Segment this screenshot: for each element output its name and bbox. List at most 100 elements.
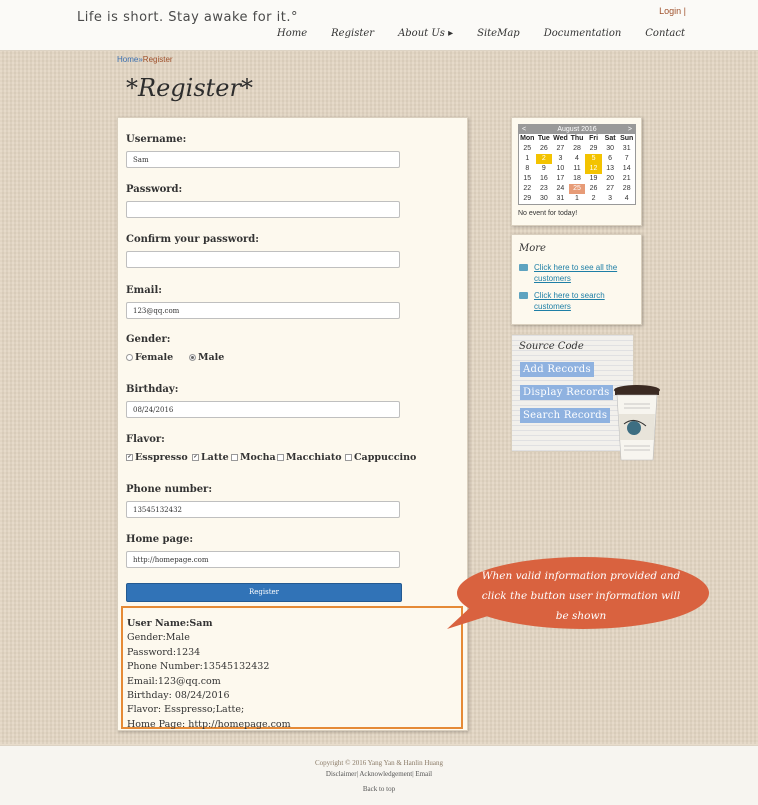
calendar-weekday: Thu [570,135,584,142]
calendar-day[interactable]: 27 [602,184,619,194]
calendar-day[interactable]: 31 [618,144,635,154]
calendar-day[interactable]: 7 [618,154,635,164]
calendar-day[interactable]: 22 [519,184,536,194]
register-button[interactable]: Register [126,583,402,602]
calendar-day[interactable]: 11 [569,164,586,174]
no-event-text: No event for today! [518,210,578,217]
nav-home[interactable]: Home [277,28,307,39]
username-label: Username: [126,134,187,145]
phone-input[interactable]: 13545132432 [126,501,400,518]
flavor-macchiato-checkbox[interactable]: Macchiato [277,452,342,463]
callout-text: When valid information provided and clic… [481,570,681,622]
password-input[interactable] [126,201,400,218]
email-label: Email: [126,285,162,296]
username-input[interactable]: Sam [126,151,400,168]
calendar-day[interactable]: 10 [552,164,569,174]
calendar-day[interactable]: 1 [569,194,586,204]
flavor-macchiato-label: Macchiato [286,452,342,463]
result-username: User Name:Sam [127,618,213,629]
calendar-day[interactable]: 25 [519,144,536,154]
calendar-day[interactable]: 14 [618,164,635,174]
flavor-label: Flavor: [126,434,165,445]
birthday-label: Birthday: [126,384,179,395]
calendar-weekday: Wed [553,135,568,142]
page-title: *Register* [126,74,253,102]
calendar-day[interactable]: 30 [602,144,619,154]
calendar-day[interactable]: 2 [585,194,602,204]
nav-contact[interactable]: Contact [645,28,685,39]
footer-links[interactable]: Disclaimer| Acknowledgement| Email [0,770,758,778]
email-input[interactable]: 123@qq.com [126,302,400,319]
flavor-cappuccino-label: Cappuccino [354,452,417,463]
calendar-day[interactable]: 26 [585,184,602,194]
calendar-day[interactable]: 9 [536,164,553,174]
calendar-day[interactable]: 21 [618,174,635,184]
main-nav: Home Register About Us ▸ SiteMap Documen… [253,28,685,39]
phone-label: Phone number: [126,484,213,495]
calendar-day[interactable]: 31 [552,194,569,204]
calendar-day[interactable]: 19 [585,174,602,184]
nav-register[interactable]: Register [331,28,374,39]
calendar-day[interactable]: 17 [552,174,569,184]
calendar-weekday: Sat [604,135,616,142]
calendar-day[interactable]: 20 [602,174,619,184]
flavor-espresso-checkbox[interactable]: ✓ Esspresso [126,452,188,463]
calendar-day[interactable]: 18 [569,174,586,184]
calendar-day[interactable]: 12 [585,164,602,174]
search-records-button[interactable]: Search Records [520,408,611,423]
calendar-day[interactable]: 27 [552,144,569,154]
checkbox-checked-icon: ✓ [192,454,199,461]
calendar-day[interactable]: 4 [569,154,586,164]
calendar-day[interactable]: 5 [585,154,602,164]
gender-male-radio[interactable]: Male [189,352,224,363]
homepage-input[interactable]: http://homepage.com [126,551,400,568]
calendar-prev-button[interactable]: < [522,125,526,134]
calendar-day[interactable]: 24 [552,184,569,194]
back-to-top-link[interactable]: Back to top [0,785,758,793]
calendar-day[interactable]: 16 [536,174,553,184]
breadcrumb-current: Register [142,55,173,64]
calendar-day[interactable]: 13 [602,164,619,174]
nav-documentation[interactable]: Documentation [544,28,622,39]
calendar-day[interactable]: 30 [536,194,553,204]
breadcrumb-home[interactable]: Home [117,55,138,64]
nav-sitemap[interactable]: SiteMap [477,28,520,39]
display-records-button[interactable]: Display Records [520,385,613,400]
confirm-password-input[interactable] [126,251,400,268]
calendar-day[interactable]: 6 [602,154,619,164]
calendar-day[interactable]: 1 [519,154,536,164]
calendar-header: < August 2016 > [519,125,635,134]
breadcrumb: Home»Register [117,55,173,64]
calendar-day[interactable]: 4 [618,194,635,204]
nav-about-us[interactable]: About Us ▸ [398,28,453,39]
top-bar: Life is short. Stay awake for it.° Login… [0,0,758,51]
flavor-mocha-checkbox[interactable]: Mocha [231,452,276,463]
add-records-button[interactable]: Add Records [520,362,594,377]
calendar-day[interactable]: 29 [519,194,536,204]
gender-female-label: Female [135,352,174,363]
calendar-day[interactable]: 8 [519,164,536,174]
calendar-weekday: Fri [589,135,599,142]
calendar-day[interactable]: 23 [536,184,553,194]
search-customers-link[interactable]: Click here to search customers [534,290,628,312]
see-all-customers-link[interactable]: Click here to see all the customers [534,262,628,284]
flavor-cappuccino-checkbox[interactable]: Cappuccino [345,452,416,463]
calendar-next-button[interactable]: > [628,125,632,134]
calendar-day[interactable]: 28 [618,184,635,194]
calendar-day[interactable]: 15 [519,174,536,184]
calendar-day[interactable]: 29 [585,144,602,154]
login-link[interactable]: Login | [659,6,686,16]
calendar-weekday: Mon [520,135,535,142]
gender-female-radio[interactable]: Female [126,352,173,363]
calendar-day[interactable]: 3 [602,194,619,204]
radio-icon [126,354,133,361]
calendar-day[interactable]: 25 [568,184,586,194]
calendar-day[interactable]: 26 [536,144,553,154]
calendar-day[interactable]: 2 [535,154,553,164]
result-email: Email:123@qq.com [127,675,221,687]
calendar-day[interactable]: 28 [569,144,586,154]
calendar-day[interactable]: 3 [552,154,569,164]
footer-copyright: Copyright © 2016 Yang Yan & Hanlin Huang [314,759,444,767]
birthday-input[interactable]: 08/24/2016 [126,401,400,418]
flavor-latte-checkbox[interactable]: ✓ Latte [192,452,229,463]
